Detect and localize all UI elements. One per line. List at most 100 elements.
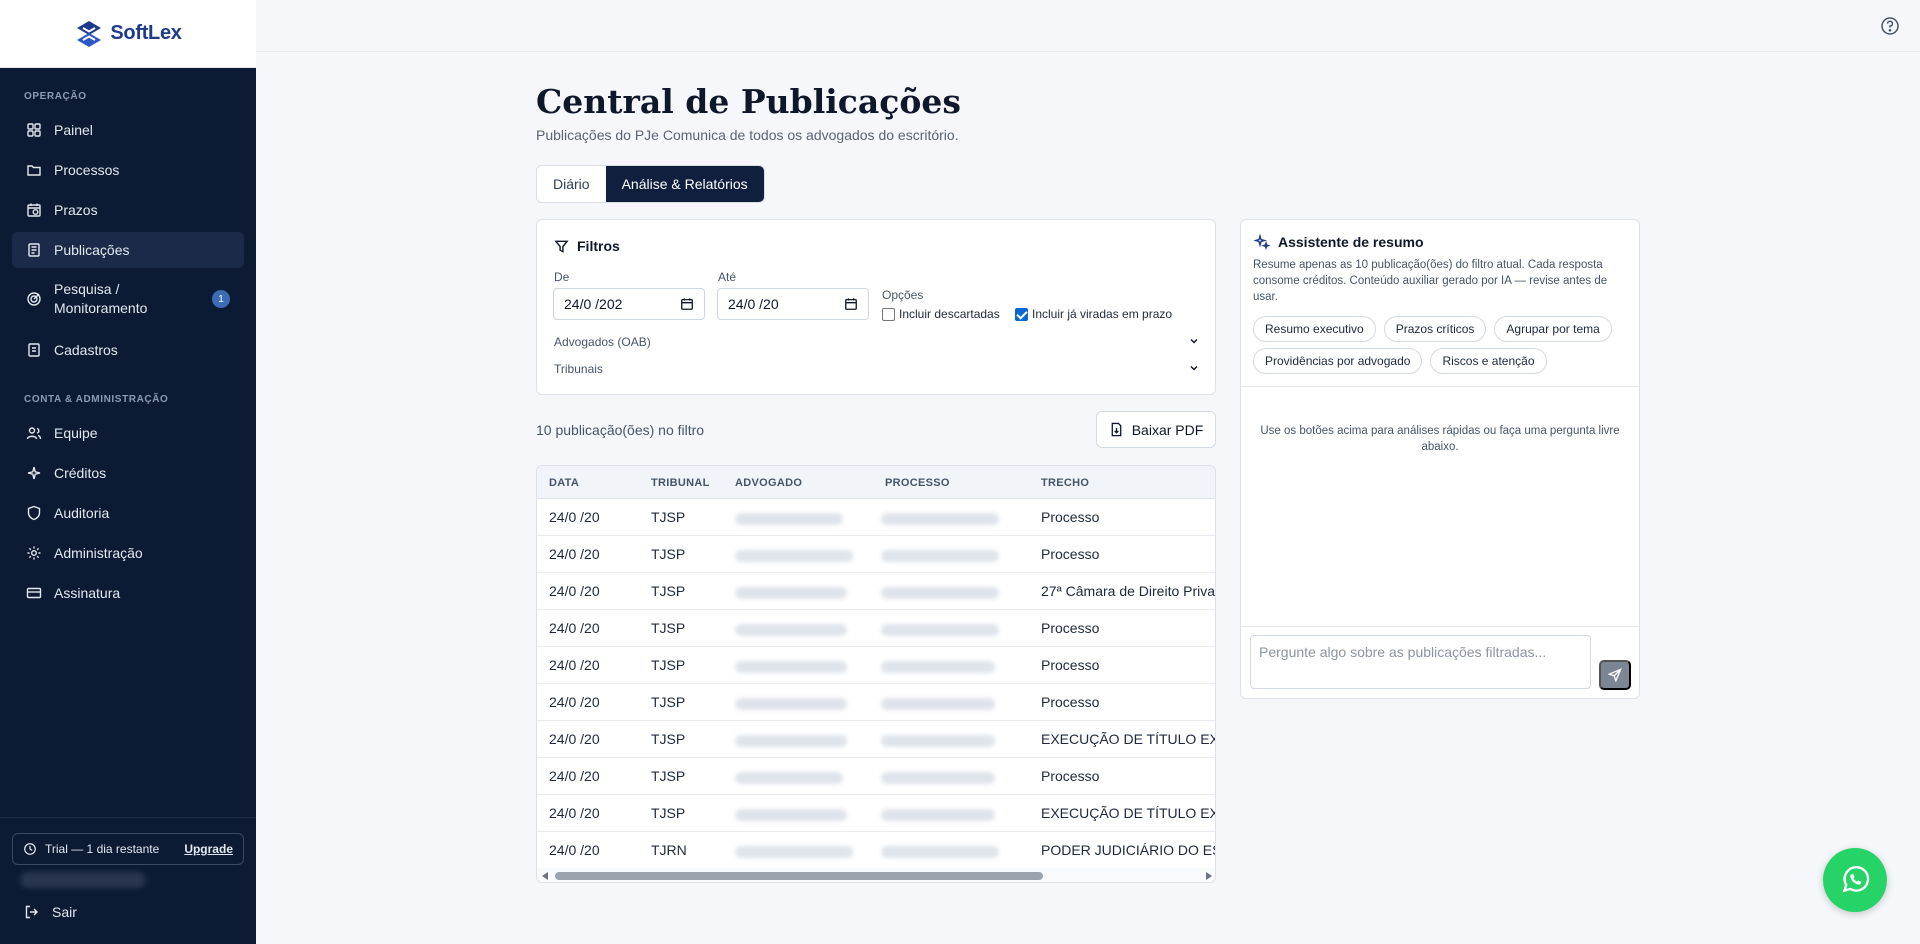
cell-data: 24/0 /20: [549, 768, 600, 784]
cell-trecho: Processo: [1041, 768, 1100, 784]
chip-resumo-executivo[interactable]: Resumo executivo: [1253, 316, 1376, 342]
trial-text: Trial — 1 dia restante: [45, 842, 160, 856]
table-row[interactable]: 24/0 /20 TJSP Processo: [537, 758, 1215, 795]
scrollbar-thumb[interactable]: [555, 872, 1043, 880]
softlex-logo-icon: [77, 20, 102, 47]
user-name-redacted: [20, 872, 146, 888]
table-row[interactable]: 24/0 /20 TJSP EXECUÇÃO DE TÍTULO EXTR: [537, 721, 1215, 758]
send-icon: [1608, 668, 1622, 682]
sidebar-item-prazos[interactable]: Prazos: [12, 192, 244, 228]
table-header: DATA TRIBUNAL ADVOGADO PROCESSO TRECHO: [537, 466, 1215, 499]
summary-assistant-panel: Assistente de resumo Resume apenas as 10…: [1240, 219, 1640, 699]
include-discarded-checkbox[interactable]: Incluir descartadas: [882, 307, 1000, 321]
sidebar-item-assinatura[interactable]: Assinatura: [12, 575, 244, 611]
cell-processo-redacted: [881, 513, 999, 525]
sidebar-item-pesquisa[interactable]: Pesquisa / Monitoramento 1: [12, 278, 244, 320]
sidebar-item-processos[interactable]: Processos: [12, 152, 244, 188]
credit-card-icon: [26, 587, 42, 599]
to-date-input[interactable]: 24/0 /20: [717, 288, 869, 320]
cell-data: 24/0 /20: [549, 509, 600, 525]
assistant-title: Assistente de resumo: [1254, 234, 1424, 250]
chip-riscos-atencao[interactable]: Riscos e atenção: [1430, 348, 1547, 374]
chip-prazos-criticos[interactable]: Prazos críticos: [1383, 316, 1487, 342]
top-bar: [256, 0, 1920, 52]
lawyers-collapse[interactable]: Advogados (OAB): [554, 335, 1200, 349]
help-icon[interactable]: [1880, 16, 1900, 36]
cell-data: 24/0 /20: [549, 620, 600, 636]
sidebar-item-label: Administração: [54, 544, 143, 561]
cell-tribunal: TJSP: [651, 546, 686, 562]
cell-trecho: EXECUÇÃO DE TÍTULO EXTR: [1041, 731, 1215, 747]
sidebar-item-auditoria[interactable]: Auditoria: [12, 495, 244, 531]
table-row[interactable]: 24/0 /20 TJSP Processo: [537, 684, 1215, 721]
cell-tribunal: TJSP: [651, 731, 686, 747]
checkbox-box[interactable]: [882, 307, 895, 321]
brand-logo[interactable]: SoftLex: [0, 0, 256, 68]
filters-card: Filtros De 24/0 /202 Até 24/0 /20 Opções…: [536, 219, 1216, 395]
sidebar-item-cadastros[interactable]: Cadastros: [12, 332, 244, 368]
notification-badge: 1: [212, 290, 230, 308]
cell-tribunal: TJSP: [651, 657, 686, 673]
file-download-icon: [1111, 422, 1122, 437]
cell-advogado-redacted: [735, 624, 847, 636]
include-discarded-label: Incluir descartadas: [899, 307, 1000, 321]
publications-table: DATA TRIBUNAL ADVOGADO PROCESSO TRECHO 2…: [536, 465, 1216, 883]
table-row[interactable]: 24/0 /20 TJSP Processo: [537, 499, 1215, 536]
cell-trecho: Processo: [1041, 509, 1100, 525]
gear-icon: [27, 546, 41, 560]
trial-status: Trial — 1 dia restante Upgrade: [12, 833, 244, 865]
sidebar-item-equipe[interactable]: Equipe: [12, 415, 244, 451]
scroll-right-arrow[interactable]: [1206, 872, 1212, 880]
scroll-left-arrow[interactable]: [542, 872, 548, 880]
tab-diario[interactable]: Diário: [537, 166, 606, 202]
table-row[interactable]: 24/0 /20 TJSP Processo: [537, 610, 1215, 647]
calendar-icon[interactable]: [680, 297, 694, 311]
logout-button[interactable]: Sair: [24, 904, 77, 920]
cell-advogado-redacted: [735, 587, 847, 599]
whatsapp-button[interactable]: [1823, 848, 1887, 912]
download-pdf-button[interactable]: Baixar PDF: [1096, 411, 1216, 448]
nav-section-conta: CONTA & ADMINISTRAÇÃO: [24, 394, 169, 405]
shield-icon: [27, 505, 41, 521]
table-row[interactable]: 24/0 /20 TJSP 27ª Câmara de Direito Privad: [537, 573, 1215, 610]
send-button[interactable]: [1599, 660, 1631, 690]
chip-providencias-advogado[interactable]: Providências por advogado: [1253, 348, 1423, 374]
cell-advogado-redacted: [735, 846, 853, 858]
column-header-data[interactable]: DATA: [549, 477, 579, 489]
sidebar-item-administracao[interactable]: Administração: [12, 535, 244, 571]
cell-tribunal: TJSP: [651, 509, 686, 525]
lawyers-label: Advogados (OAB): [554, 335, 651, 349]
cell-advogado-redacted: [735, 698, 847, 710]
cell-processo-redacted: [881, 661, 995, 673]
column-header-advogado[interactable]: ADVOGADO: [735, 477, 802, 489]
sidebar-item-label: Processos: [54, 161, 120, 178]
upgrade-link[interactable]: Upgrade: [184, 842, 233, 856]
cell-data: 24/0 /20: [549, 842, 600, 858]
chip-agrupar-tema[interactable]: Agrupar por tema: [1494, 316, 1612, 342]
table-row[interactable]: 24/0 /20 TJSP Processo: [537, 647, 1215, 684]
sidebar-item-painel[interactable]: Painel: [12, 112, 244, 148]
courts-collapse[interactable]: Tribunais: [554, 362, 1200, 376]
table-row[interactable]: 24/0 /20 TJSP EXECUÇÃO DE TÍTULO EXTR: [537, 795, 1215, 832]
tab-analise-relatorios[interactable]: Análise & Relatórios: [605, 166, 764, 202]
results-count: 10 publicação(ões) no filtro: [536, 422, 705, 438]
assistant-question-input[interactable]: Pergunte algo sobre as publicações filtr…: [1250, 635, 1591, 689]
cell-advogado-redacted: [735, 809, 847, 821]
logout-icon: [25, 905, 38, 919]
cell-processo-redacted: [881, 772, 995, 784]
sidebar-item-publicacoes[interactable]: Publicações: [12, 232, 244, 268]
column-header-tribunal[interactable]: TRIBUNAL: [651, 477, 710, 489]
from-date-input[interactable]: 24/0 /202: [553, 288, 705, 320]
cell-data: 24/0 /20: [549, 805, 600, 821]
table-row[interactable]: 24/0 /20 TJSP Processo: [537, 536, 1215, 573]
table-row[interactable]: 24/0 /20 TJRN PODER JUDICIÁRIO DO EST: [537, 832, 1215, 869]
calendar-icon[interactable]: [844, 297, 858, 311]
include-expired-checkbox[interactable]: Incluir já viradas em prazo: [1015, 307, 1172, 321]
sidebar-item-creditos[interactable]: Créditos: [12, 455, 244, 491]
checkbox-box-checked[interactable]: [1015, 307, 1028, 321]
cell-trecho: Processo: [1041, 546, 1100, 562]
horizontal-scrollbar[interactable]: [537, 868, 1215, 882]
column-header-processo[interactable]: PROCESSO: [885, 477, 950, 489]
cell-tribunal: TJRN: [651, 842, 687, 858]
column-header-trecho[interactable]: TRECHO: [1041, 477, 1089, 489]
